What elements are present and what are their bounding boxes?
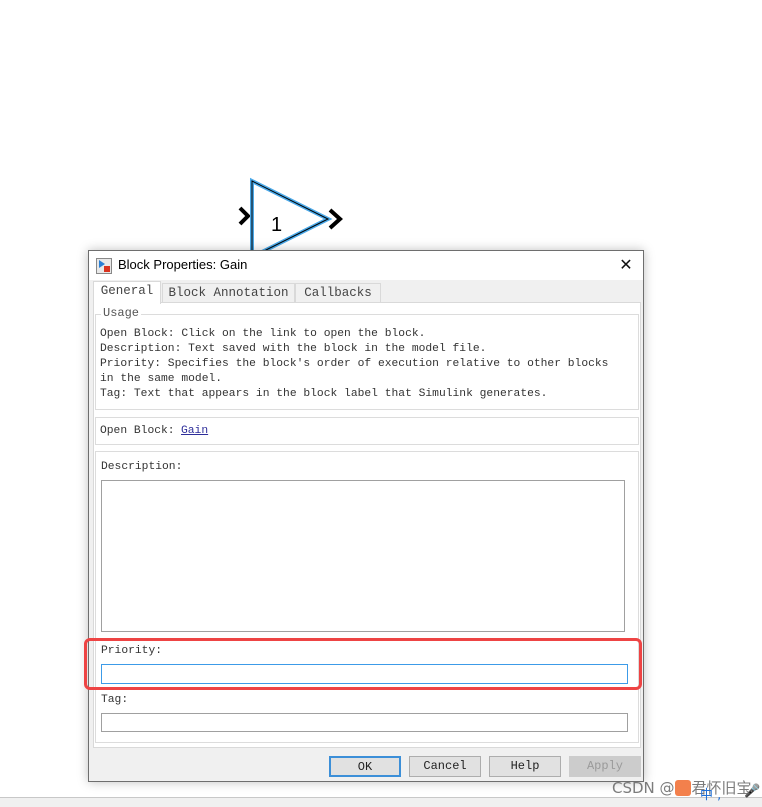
gain-triangle <box>250 177 333 255</box>
help-button[interactable]: Help <box>489 756 561 777</box>
usage-line: in the same model. <box>100 373 223 385</box>
gain-block[interactable]: 1 <box>230 175 360 255</box>
priority-highlight-box <box>84 638 642 690</box>
description-label: Description: <box>101 461 183 473</box>
input-method-icon[interactable]: 中 , <box>700 784 721 803</box>
block-properties-dialog: Block Properties: Gain ✕ General Block A… <box>88 250 644 782</box>
microphone-icon[interactable]: 🎤 <box>744 784 760 799</box>
tag-label: Tag: <box>101 694 129 706</box>
close-icon[interactable]: ✕ <box>615 254 637 276</box>
ok-button[interactable]: OK <box>329 756 401 777</box>
csdn-watermark: CSDN @ 君怀旧宝 <box>612 779 752 797</box>
input-port-icon[interactable] <box>238 206 251 226</box>
cancel-button[interactable]: Cancel <box>409 756 481 777</box>
usage-line: Tag: Text that appears in the block labe… <box>100 388 548 400</box>
tab-callbacks[interactable]: Callbacks <box>295 283 381 303</box>
usage-legend: Usage <box>101 306 142 321</box>
simulink-block-icon <box>96 258 112 274</box>
title-bar[interactable]: Block Properties: Gain ✕ <box>89 251 643 280</box>
apply-button[interactable]: Apply <box>569 756 641 777</box>
usage-line: Description: Text saved with the block i… <box>100 343 487 355</box>
dialog-title: Block Properties: Gain <box>118 257 248 272</box>
usage-text: Open Block: Click on the link to open th… <box>100 327 608 402</box>
open-block-link[interactable]: Gain <box>181 424 208 439</box>
tag-input[interactable] <box>101 713 628 732</box>
description-textarea[interactable] <box>101 480 625 632</box>
open-block-group <box>95 417 639 445</box>
usage-line: Priority: Specifies the block's order of… <box>100 358 609 370</box>
csdn-logo-icon <box>674 780 691 796</box>
tab-block-annotation[interactable]: Block Annotation <box>162 283 295 303</box>
gain-value: 1 <box>271 214 282 236</box>
tab-general[interactable]: General <box>93 281 161 304</box>
open-block-label: Open Block: <box>100 425 175 437</box>
usage-line: Open Block: Click on the link to open th… <box>100 328 426 340</box>
